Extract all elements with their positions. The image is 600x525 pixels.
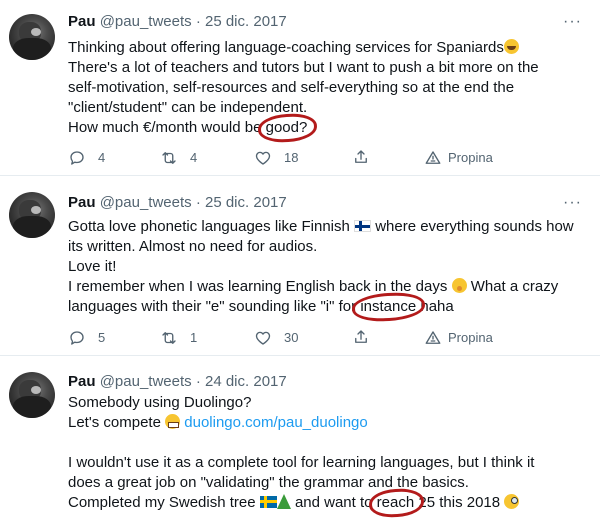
author-handle[interactable]: @pau_tweets: [100, 373, 192, 390]
duolingo-link[interactable]: duolingo.com/pau_duolingo: [184, 414, 367, 431]
face-with-monocle-icon: [504, 494, 520, 509]
author-handle[interactable]: @pau_tweets: [100, 13, 192, 30]
heart-icon: [255, 151, 271, 165]
tweet-text: Thinking about offering language-coachin…: [68, 39, 539, 136]
avatar[interactable]: [9, 372, 55, 418]
tweet-header: Pau @pau_tweets · 25 dic. 2017: [68, 193, 287, 213]
avatar[interactable]: [9, 192, 55, 238]
more-options-icon[interactable]: ···: [563, 193, 582, 213]
author-name[interactable]: Pau: [68, 13, 96, 30]
share-icon: [355, 330, 367, 343]
tweet-text: Gotta love phonetic languages like Finni…: [68, 218, 574, 315]
shushing-face-icon: [451, 278, 467, 293]
tip-label: Propina: [448, 330, 493, 345]
tweet-actions: 5 1 30 Propina: [68, 328, 568, 348]
author-name[interactable]: Pau: [68, 373, 96, 390]
tip-icon: [425, 331, 441, 344]
tweet-date[interactable]: 25 dic. 2017: [205, 194, 287, 211]
circled-word: good?: [265, 119, 308, 136]
tweet-header: Pau @pau_tweets · 24 dic. 2017: [68, 372, 287, 392]
heart-icon: [255, 331, 271, 345]
avatar[interactable]: [9, 14, 55, 60]
reply-icon: [70, 331, 84, 345]
sweden-flag-icon: [259, 496, 277, 508]
reply-button[interactable]: 5: [68, 328, 105, 348]
retweet-count: 1: [190, 330, 198, 345]
tweet-date[interactable]: 24 dic. 2017: [205, 373, 287, 390]
tip-button[interactable]: Propina: [424, 148, 493, 168]
circled-word: reach: [376, 494, 415, 511]
grinning-face-icon: [503, 39, 519, 54]
reply-button[interactable]: 4: [68, 148, 105, 168]
reply-count: 5: [98, 330, 106, 345]
tweet-date[interactable]: 25 dic. 2017: [205, 13, 287, 30]
reply-icon: [70, 151, 84, 165]
like-count: 18: [284, 150, 299, 165]
share-button[interactable]: [352, 328, 382, 346]
tip-label: Propina: [448, 150, 493, 165]
circled-word: instance: [360, 298, 417, 315]
author-handle[interactable]: @pau_tweets: [100, 194, 192, 211]
separator: ·: [195, 194, 201, 211]
like-count: 30: [284, 330, 299, 345]
tweet[interactable]: Pau @pau_tweets · 25 dic. 2017 ··· Think…: [0, 0, 600, 176]
author-name[interactable]: Pau: [68, 194, 96, 211]
share-button[interactable]: [352, 148, 382, 166]
tweet-actions: 4 4 18 Propina: [68, 148, 568, 168]
finland-flag-icon: [354, 220, 372, 232]
retweet-count: 4: [190, 150, 198, 165]
reply-count: 4: [98, 150, 106, 165]
retweet-icon: [162, 152, 176, 164]
tweet-header: Pau @pau_tweets · 25 dic. 2017: [68, 12, 287, 32]
retweet-button[interactable]: 1: [160, 328, 197, 348]
tip-icon: [425, 151, 441, 164]
like-button[interactable]: 18: [254, 148, 298, 168]
more-options-icon[interactable]: ···: [563, 12, 582, 32]
grimacing-face-icon: [165, 414, 181, 429]
separator: ·: [195, 13, 201, 30]
christmas-tree-icon: [276, 494, 291, 509]
retweet-icon: [162, 332, 176, 344]
tweet[interactable]: Pau @pau_tweets · 24 dic. 2017 Somebody …: [0, 356, 600, 525]
retweet-button[interactable]: 4: [160, 148, 197, 168]
separator: ·: [195, 373, 201, 390]
share-icon: [355, 150, 367, 163]
tip-button[interactable]: Propina: [424, 328, 493, 348]
like-button[interactable]: 30: [254, 328, 298, 348]
tweet-text: Somebody using Duolingo? Let's compete d…: [68, 394, 535, 511]
tweet[interactable]: Pau @pau_tweets · 25 dic. 2017 ··· Gotta…: [0, 176, 600, 356]
